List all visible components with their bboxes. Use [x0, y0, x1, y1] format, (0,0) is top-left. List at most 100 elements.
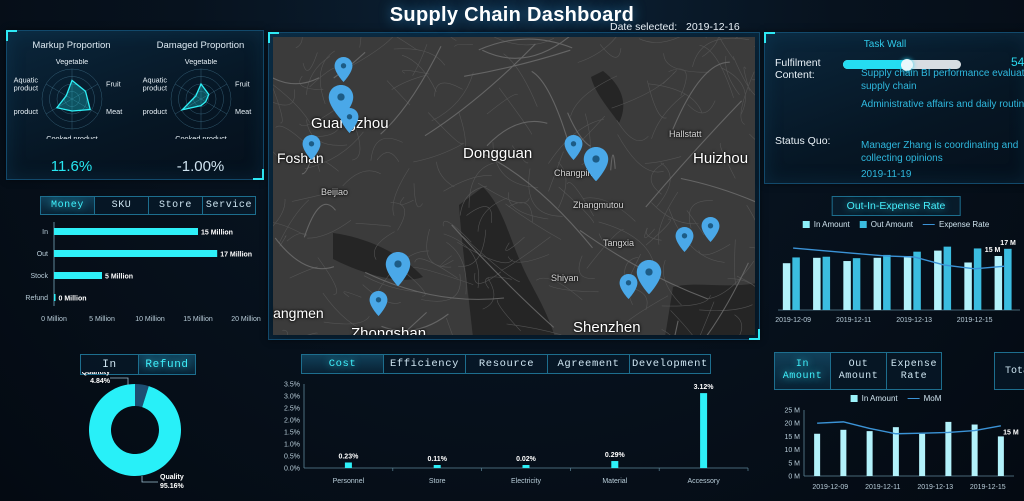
- svg-text:Vegetable: Vegetable: [184, 59, 216, 66]
- cost-bar-chart: 0.0% 0.5% 1.0% 1.5% 2.0% 2.5% 3.0% 3.5% 0.23% Per…: [268, 376, 760, 498]
- svg-text:0.11%: 0.11%: [427, 456, 447, 463]
- legend-item-out-amount[interactable]: Out Amount: [859, 220, 913, 229]
- svg-text:1.0%: 1.0%: [284, 442, 300, 449]
- svg-text:0 M: 0 M: [788, 474, 800, 481]
- map-marker-pin[interactable]: [636, 260, 662, 299]
- svg-text:2019-12-09: 2019-12-09: [812, 484, 848, 491]
- map-canvas[interactable]: GuangzhouFoshanBeijiaoDongguanChangpingZ…: [273, 37, 755, 335]
- map-marker-pin[interactable]: [340, 108, 359, 138]
- svg-text:95.16%: 95.16%: [160, 483, 185, 490]
- svg-text:Material: Material: [602, 478, 627, 485]
- map-marker-pin[interactable]: [675, 227, 694, 257]
- amount-trend-panel: InAmountOutAmountExpenseRate Total In Am…: [764, 346, 1024, 498]
- damaged-proportion-title: Damaged Proportion: [156, 40, 245, 51]
- amount-tab-bar[interactable]: In Amount Out Amount Expense Rate: [774, 352, 942, 390]
- svg-text:Meat: Meat: [106, 107, 122, 116]
- tab-service[interactable]: Service: [202, 196, 256, 215]
- tab-development[interactable]: Development: [629, 354, 711, 374]
- legend-label: In Amount: [861, 394, 898, 403]
- svg-text:10 Million: 10 Million: [135, 316, 165, 323]
- tab-cost[interactable]: Cost: [301, 354, 383, 374]
- map-marker-pin[interactable]: [619, 274, 638, 304]
- markup-proportion-title: Markup Proportion: [32, 40, 111, 51]
- svg-text:Vegetable: Vegetable: [55, 59, 87, 66]
- svg-text:20 M: 20 M: [784, 421, 800, 428]
- fulfilment-label: Fulfilment: [775, 57, 821, 69]
- store-location-map-panel[interactable]: GuangzhouFoshanBeijiaoDongguanChangpingZ…: [268, 32, 760, 340]
- map-marker-pin[interactable]: [701, 217, 720, 247]
- svg-text:0.02%: 0.02%: [516, 456, 537, 463]
- page-title: Supply Chain Dashboard: [389, 4, 635, 26]
- status-line-1: Manager Zhang is coordinating and: [861, 140, 1019, 151]
- task-wall-panel: Task Wall Fulfilment 54% Content: Supply…: [764, 32, 1024, 184]
- svg-text:Accessory: Accessory: [687, 478, 720, 485]
- svg-text:17 Million: 17 Million: [220, 252, 252, 259]
- map-marker-pin[interactable]: [369, 291, 388, 321]
- tab-sku[interactable]: SKU: [94, 196, 148, 215]
- dashboard-root: Supply Chain Dashboard Date selected: 20…: [0, 0, 1024, 501]
- content-line-2: supply chain: [861, 81, 917, 92]
- out-in-expense-panel: Out-In-Expense Rate In Amount Out Amount E…: [764, 190, 1024, 340]
- svg-text:Cooked product: Cooked product: [175, 134, 227, 139]
- svg-text:5 Million: 5 Million: [105, 274, 133, 281]
- damaged-proportion-value: -1.00%: [176, 158, 225, 175]
- money-tab-bar[interactable]: Money SKU Store Service: [40, 196, 256, 215]
- svg-text:15 Million: 15 Million: [183, 316, 213, 323]
- svg-text:Fruit: Fruit: [235, 79, 250, 88]
- amount-legend[interactable]: In Amount MoM: [850, 394, 942, 403]
- svg-text:Out: Out: [37, 251, 48, 258]
- svg-text:2019-12-09: 2019-12-09: [775, 317, 811, 324]
- svg-text:0.5%: 0.5%: [284, 454, 300, 461]
- dashboard-header: Supply Chain Dashboard Date selected: 20…: [0, 0, 1024, 33]
- tab-resource[interactable]: Resource: [465, 354, 547, 374]
- svg-text:15 M: 15 M: [1003, 429, 1019, 436]
- legend-swatch: [802, 221, 810, 228]
- svg-text:Fruit: Fruit: [106, 79, 121, 88]
- out-in-expense-title: Out-In-Expense Rate: [831, 196, 961, 216]
- tab-store[interactable]: Store: [148, 196, 202, 215]
- legend-swatch: [850, 395, 858, 402]
- legend-item-in-amount[interactable]: In Amount: [802, 220, 850, 229]
- svg-text:2019-12-11: 2019-12-11: [865, 484, 900, 491]
- out-in-expense-legend[interactable]: In Amount Out Amount Expense Rate: [802, 220, 989, 229]
- tab-expense-rate[interactable]: Expense Rate: [886, 352, 942, 390]
- legend-item-in-amount[interactable]: In Amount: [850, 394, 898, 403]
- tab-efficiency[interactable]: Efficiency: [383, 354, 465, 374]
- svg-text:Retail product: Retail product: [141, 107, 167, 116]
- svg-text:Personnel: Personnel: [333, 478, 365, 485]
- svg-text:Electricity: Electricity: [511, 478, 541, 485]
- content-line-3: Administrative affairs and daily routine…: [861, 99, 1024, 110]
- tab-money[interactable]: Money: [40, 196, 94, 215]
- tab-in-amount[interactable]: In Amount: [774, 352, 830, 390]
- cost-tab-bar[interactable]: Cost Efficiency Resource Agreement Developme…: [301, 354, 711, 374]
- svg-text:Cooked product: Cooked product: [46, 134, 98, 139]
- map-marker-pin[interactable]: [385, 252, 411, 291]
- svg-text:2.0%: 2.0%: [284, 418, 300, 425]
- tab-agreement[interactable]: Agreement: [547, 354, 629, 374]
- svg-text:2019-12-11: 2019-12-11: [836, 317, 871, 324]
- svg-text:Refund: Refund: [25, 295, 48, 302]
- legend-item-expense-rate[interactable]: Expense Rate: [923, 220, 989, 229]
- map-marker-pin[interactable]: [334, 57, 353, 87]
- map-marker-pin[interactable]: [564, 135, 583, 165]
- svg-text:2.5%: 2.5%: [284, 406, 300, 413]
- legend-label: Expense Rate: [939, 220, 990, 229]
- date-selected-value[interactable]: 2019-12-16: [686, 21, 740, 33]
- svg-text:product: product: [13, 83, 37, 92]
- svg-text:5 M: 5 M: [788, 460, 800, 467]
- status-quo-label: Status Quo:: [775, 135, 831, 147]
- legend-item-mom[interactable]: MoM: [907, 394, 942, 403]
- legend-label: MoM: [923, 394, 942, 403]
- money-breakdown-panel: Money SKU Store Service In 15 Million Out 17 M…: [6, 186, 264, 342]
- legend-label: In Amount: [813, 220, 850, 229]
- tab-out-amount[interactable]: Out Amount: [830, 352, 886, 390]
- svg-text:10 M: 10 M: [784, 447, 800, 454]
- svg-text:17 M: 17 M: [1000, 240, 1016, 247]
- svg-text:0.23%: 0.23%: [338, 453, 359, 460]
- map-marker-pin[interactable]: [302, 135, 321, 165]
- tab-total[interactable]: Total: [994, 352, 1024, 390]
- svg-text:Quantity: Quantity: [82, 372, 110, 376]
- cost-breakdown-panel: Cost Efficiency Resource Agreement Developme…: [268, 346, 760, 498]
- map-marker-pin[interactable]: [583, 147, 609, 186]
- svg-text:3.5%: 3.5%: [284, 382, 300, 389]
